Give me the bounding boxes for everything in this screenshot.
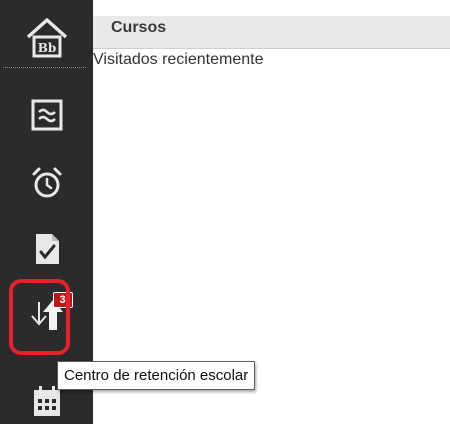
blackboard-home-icon: Bb — [26, 17, 67, 57]
activity-stream-icon — [31, 99, 62, 131]
graded-document-icon — [35, 234, 59, 264]
page-header: Cursos — [93, 16, 450, 49]
sidebar-item-grades[interactable] — [0, 226, 93, 272]
sidebar-item-home[interactable]: Bb — [0, 10, 93, 65]
recently-visited-label: Visitados recientemente — [93, 51, 264, 68]
sidebar-item-retention-center[interactable]: 3 — [0, 291, 93, 341]
sidebar-item-due-dates[interactable] — [0, 160, 93, 206]
sidebar-item-stream[interactable] — [0, 92, 93, 138]
rail-divider — [3, 67, 86, 68]
alarm-clock-icon — [32, 167, 61, 198]
notification-badge: 3 — [52, 292, 73, 308]
home-bb-label: Bb — [37, 41, 56, 55]
retention-icon-wrapper: 3 — [27, 292, 73, 336]
retention-center-tooltip: Centro de retención escolar — [57, 361, 256, 390]
page-title: Cursos — [111, 19, 167, 36]
